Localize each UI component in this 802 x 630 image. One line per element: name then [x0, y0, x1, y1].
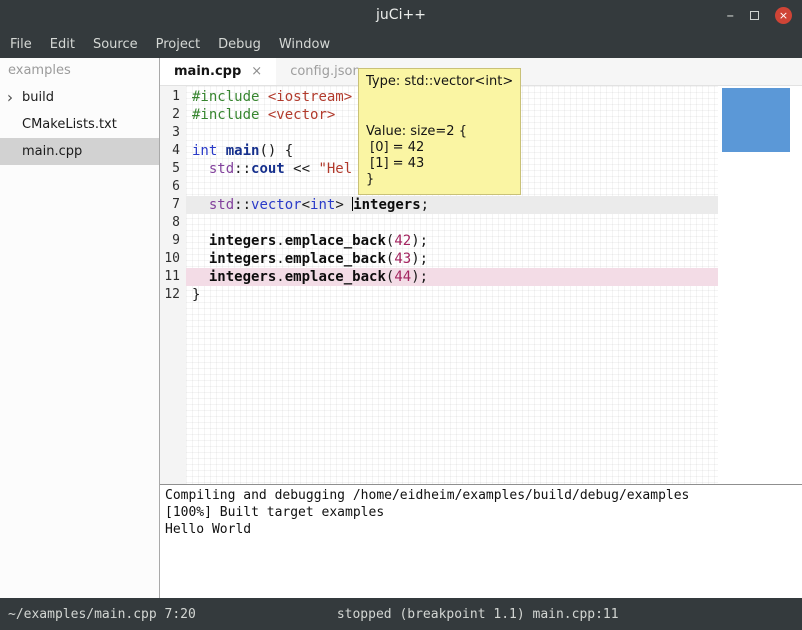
menu-file[interactable]: File	[1, 37, 41, 52]
minimize-button[interactable]: –	[727, 8, 735, 23]
code-line-9[interactable]: 9 integers.emplace_back(42);	[160, 232, 718, 250]
tree-item-label: main.cpp	[22, 144, 82, 159]
line-number[interactable]: 2	[160, 106, 186, 124]
code-line-11[interactable]: 11 integers.emplace_back(44);	[160, 268, 718, 286]
tooltip-value-line: Value: size=2 {	[366, 124, 513, 140]
tab-label: main.cpp	[174, 64, 241, 79]
code-text: }	[186, 286, 718, 304]
line-number[interactable]: 3	[160, 124, 186, 142]
line-number[interactable]: 7	[160, 196, 186, 214]
menu-window[interactable]: Window	[270, 37, 339, 52]
expand-chevron-icon[interactable]: ›	[7, 88, 13, 106]
tooltip-value-line: [0] = 42	[366, 140, 513, 156]
tooltip-value-line: }	[366, 172, 513, 188]
tab-close-icon[interactable]: ×	[251, 64, 262, 79]
status-debug-state: stopped (breakpoint 1.1) main.cpp:11	[337, 607, 619, 622]
scroll-overview-block[interactable]	[722, 88, 790, 152]
line-number[interactable]: 1	[160, 88, 186, 106]
code-line-12[interactable]: 12}	[160, 286, 718, 304]
line-number[interactable]: 6	[160, 178, 186, 196]
tree-item-label: CMakeLists.txt	[22, 117, 117, 132]
output-line: [100%] Built target examples	[165, 504, 797, 521]
status-bar: ~/examples/main.cpp 7:20 stopped (breakp…	[0, 598, 802, 630]
window-title: juCi++	[0, 7, 802, 23]
output-console: Compiling and debugging /home/eidheim/ex…	[160, 484, 802, 598]
debug-value-tooltip: Type: std::vector<int> Value: size=2 { […	[358, 68, 521, 195]
code-line-7[interactable]: 7 std::vector<int> integers;	[160, 196, 718, 214]
line-number[interactable]: 12	[160, 286, 186, 304]
file-tree-panel: examples › build CMakeLists.txt main.cpp	[0, 58, 160, 598]
tree-item-cmakelists-txt[interactable]: CMakeLists.txt	[0, 111, 159, 138]
window-controls: – ×	[727, 0, 793, 30]
tooltip-value-line: [1] = 43	[366, 156, 513, 172]
menu-source[interactable]: Source	[84, 37, 147, 52]
code-line-8[interactable]: 8	[160, 214, 718, 232]
tooltip-type-line: Type: std::vector<int>	[366, 74, 513, 90]
titlebar[interactable]: juCi++ – ×	[0, 0, 802, 30]
menu-edit[interactable]: Edit	[41, 37, 84, 52]
status-file-position: ~/examples/main.cpp 7:20	[8, 607, 196, 622]
code-text	[186, 214, 718, 232]
app-window: juCi++ – × FileEditSourceProjectDebugWin…	[0, 0, 802, 630]
line-number[interactable]: 5	[160, 160, 186, 178]
output-line: Compiling and debugging /home/eidheim/ex…	[165, 487, 797, 504]
tab-label: config.json	[290, 64, 361, 79]
line-number[interactable]: 8	[160, 214, 186, 232]
project-name: examples	[0, 58, 159, 84]
code-text: integers.emplace_back(44);	[186, 268, 718, 286]
line-number[interactable]: 11	[160, 268, 186, 286]
tooltip-value-block: Value: size=2 { [0] = 42 [1] = 43}	[366, 124, 513, 188]
code-line-10[interactable]: 10 integers.emplace_back(43);	[160, 250, 718, 268]
file-tree: › build CMakeLists.txt main.cpp	[0, 84, 159, 165]
code-text: integers.emplace_back(42);	[186, 232, 718, 250]
menu-bar: FileEditSourceProjectDebugWindow	[0, 30, 802, 58]
line-number[interactable]: 10	[160, 250, 186, 268]
menu-debug[interactable]: Debug	[209, 37, 270, 52]
editor-column: main.cpp×config.json 1#include <iostream…	[160, 58, 802, 598]
tree-item-label: build	[22, 90, 54, 105]
output-line: Hello World	[165, 521, 797, 538]
code-text: std::vector<int> integers;	[186, 196, 718, 214]
code-text: integers.emplace_back(43);	[186, 250, 718, 268]
line-number[interactable]: 9	[160, 232, 186, 250]
tab-main-cpp[interactable]: main.cpp ×	[160, 58, 276, 85]
close-button[interactable]: ×	[775, 7, 792, 24]
maximize-button[interactable]	[750, 11, 759, 20]
line-number[interactable]: 4	[160, 142, 186, 160]
main-area: examples › build CMakeLists.txt main.cpp ma…	[0, 58, 802, 598]
tree-item-main-cpp[interactable]: main.cpp	[0, 138, 159, 165]
menu-project[interactable]: Project	[147, 37, 209, 52]
tree-item-build[interactable]: › build	[0, 84, 159, 111]
